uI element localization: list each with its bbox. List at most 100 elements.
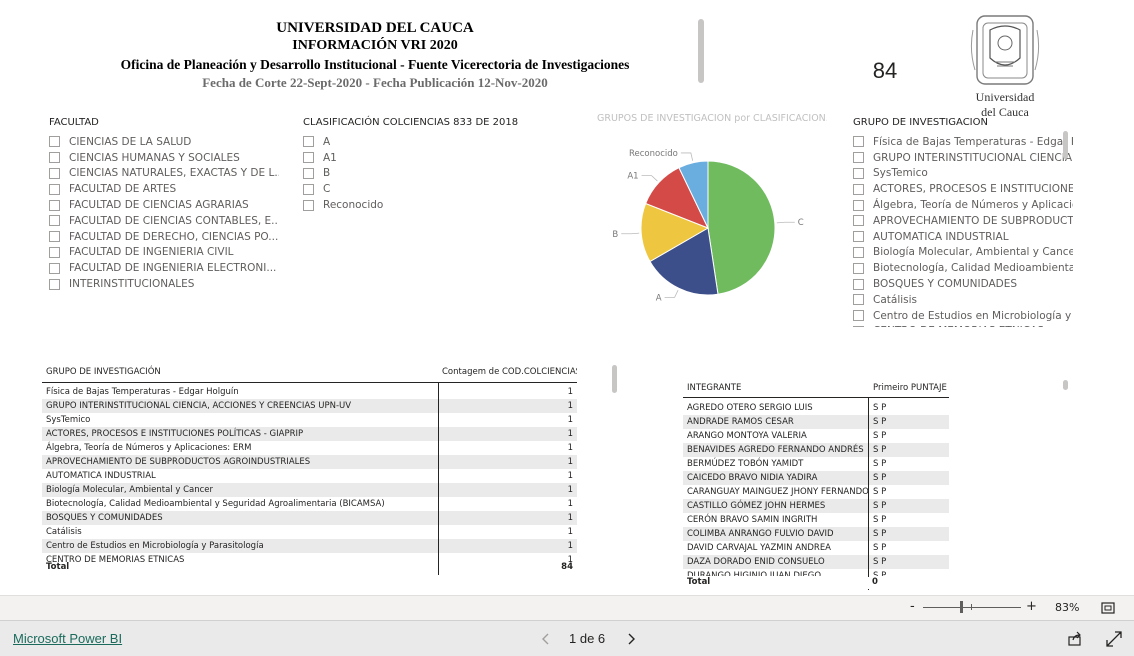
- checkbox-icon[interactable]: [853, 310, 864, 322]
- grupos-table-row[interactable]: ACTORES, PROCESOS E INSTITUCIONES POLÍTI…: [42, 427, 577, 441]
- grupos-table-row[interactable]: Catálisis 1: [42, 525, 577, 539]
- grupo-slicer-item[interactable]: GRUPO INTERINSTITUCIONAL CIENCIA...: [853, 150, 1073, 166]
- header-scrollbar[interactable]: [698, 19, 704, 83]
- integrantes-table-scrollbar[interactable]: [1063, 380, 1068, 390]
- clasificacion-slicer-item[interactable]: A: [303, 134, 523, 150]
- clasificacion-slicer-item[interactable]: C: [303, 181, 523, 197]
- checkbox-icon[interactable]: [853, 167, 864, 179]
- next-page-icon[interactable]: [626, 633, 636, 645]
- share-icon[interactable]: [1067, 631, 1083, 647]
- integrantes-table-row[interactable]: AGREDO OTERO SERGIO LUIS S P: [683, 401, 949, 415]
- integrantes-col-header-integrante[interactable]: INTEGRANTE: [683, 378, 869, 398]
- clasificacion-slicer-item[interactable]: B: [303, 166, 523, 182]
- grupos-table-row[interactable]: GRUPO INTERINSTITUCIONAL CIENCIA, ACCION…: [42, 399, 577, 413]
- facultad-slicer-item[interactable]: FACULTAD DE ARTES: [49, 181, 279, 197]
- checkbox-icon[interactable]: [49, 199, 60, 211]
- checkbox-icon[interactable]: [49, 152, 60, 164]
- integrantes-table-row[interactable]: DAVID CARVAJAL YAZMIN ANDREA S P: [683, 541, 949, 555]
- grupos-table-row[interactable]: SysTemico 1: [42, 413, 577, 427]
- checkbox-icon[interactable]: [853, 278, 864, 290]
- integrantes-table-row[interactable]: BENAVIDES AGREDO FERNANDO ANDRÉS S P: [683, 443, 949, 457]
- facultad-slicer-item[interactable]: FACULTAD DE DERECHO, CIENCIAS PO...: [49, 229, 279, 245]
- facultad-slicer-item[interactable]: FACULTAD DE CIENCIAS CONTABLES, E...: [49, 213, 279, 229]
- checkbox-icon[interactable]: [853, 152, 864, 164]
- integrantes-table-row[interactable]: CASTILLO GÓMEZ JOHN HERMES S P: [683, 499, 949, 513]
- grupos-table-row[interactable]: Centro de Estudios en Microbiología y Pa…: [42, 539, 577, 553]
- fit-to-page-icon[interactable]: [1101, 602, 1115, 614]
- integrantes-table-row[interactable]: CERÓN BRAVO SAMIN INGRITH S P: [683, 513, 949, 527]
- facultad-slicer-item[interactable]: CIENCIAS NATURALES, EXACTAS Y DE L...: [49, 166, 279, 182]
- checkbox-icon[interactable]: [303, 152, 314, 164]
- checkbox-icon[interactable]: [853, 183, 864, 195]
- checkbox-icon[interactable]: [49, 231, 60, 243]
- checkbox-icon[interactable]: [303, 199, 314, 211]
- checkbox-icon[interactable]: [49, 167, 60, 179]
- grupo-slicer-item[interactable]: Álgebra, Teoría de Números y Aplicacio..…: [853, 197, 1073, 213]
- grupos-table-scrollbar[interactable]: [612, 365, 617, 393]
- checkbox-icon[interactable]: [853, 294, 864, 306]
- grupos-table-row[interactable]: AUTOMATICA INDUSTRIAL 1: [42, 469, 577, 483]
- integrantes-table-row[interactable]: DAZA DORADO ENID CONSUELO S P: [683, 555, 949, 569]
- grupo-slicer-scrollbar[interactable]: [1063, 131, 1068, 159]
- grupo-slicer-item[interactable]: Centro de Estudios en Microbiología y ..…: [853, 308, 1073, 324]
- checkbox-icon[interactable]: [303, 136, 314, 148]
- checkbox-icon[interactable]: [49, 278, 60, 290]
- clasificacion-slicer-item[interactable]: Reconocido: [303, 197, 523, 213]
- grupo-slicer-item[interactable]: AUTOMATICA INDUSTRIAL: [853, 229, 1073, 245]
- integrantes-table-row[interactable]: CAICEDO BRAVO NIDIA YADIRA S P: [683, 471, 949, 485]
- zoom-slider-track[interactable]: [923, 607, 1021, 608]
- zoom-slider-handle[interactable]: [960, 601, 963, 613]
- grupo-slicer-item[interactable]: ACTORES, PROCESOS E INSTITUCIONE...: [853, 181, 1073, 197]
- integrantes-table-row[interactable]: BERMÚDEZ TOBÓN YAMIDT S P: [683, 457, 949, 471]
- integrantes-table-row[interactable]: COLIMBA ANRANGO FULVIO DAVID S P: [683, 527, 949, 541]
- grupos-table-row[interactable]: Álgebra, Teoría de Números y Aplicacione…: [42, 441, 577, 455]
- checkbox-icon[interactable]: [853, 136, 864, 148]
- checkbox-icon[interactable]: [49, 136, 60, 148]
- fullscreen-icon[interactable]: [1106, 631, 1122, 647]
- checkbox-icon[interactable]: [853, 215, 864, 227]
- facultad-slicer-item[interactable]: FACULTAD DE CIENCIAS AGRARIAS: [49, 197, 279, 213]
- clasificacion-slicer-item[interactable]: A1: [303, 150, 523, 166]
- facultad-slicer-item[interactable]: FACULTAD DE INGENIERIA ELECTRONI...: [49, 260, 279, 276]
- checkbox-icon[interactable]: [853, 246, 864, 258]
- integrantes-table-row[interactable]: ANDRADE RAMOS CESAR S P: [683, 415, 949, 429]
- integrantes-table-row[interactable]: ARANGO MONTOYA VALERIA S P: [683, 429, 949, 443]
- integrantes-col-header-puntaje[interactable]: Primeiro PUNTAJE: [869, 378, 949, 398]
- checkbox-icon[interactable]: [303, 183, 314, 195]
- grupo-slicer-item[interactable]: BOSQUES Y COMUNIDADES: [853, 276, 1073, 292]
- grupos-table-row[interactable]: Biología Molecular, Ambiental y Cancer 1: [42, 483, 577, 497]
- grupos-col-header-contagem[interactable]: Contagem de COD.COLCIENCIAS: [438, 362, 577, 383]
- checkbox-icon[interactable]: [853, 199, 864, 211]
- integrantes-table-row[interactable]: CARANGUAY MAINGUEZ JHONY FERNANDO S P: [683, 485, 949, 499]
- facultad-slicer-item[interactable]: FACULTAD DE INGENIERIA CIVIL: [49, 245, 279, 261]
- checkbox-icon[interactable]: [303, 167, 314, 179]
- grupos-table-row[interactable]: BOSQUES Y COMUNIDADES 1: [42, 511, 577, 525]
- integrantes-table-row[interactable]: DURANGO HIGINIO JUAN DIEGO S P: [683, 569, 949, 576]
- zoom-in-button[interactable]: +: [1026, 599, 1037, 614]
- grupos-table-row[interactable]: APROVECHAMIENTO DE SUBPRODUCTOS AGROINDU…: [42, 455, 577, 469]
- grupos-table-row[interactable]: Física de Bajas Temperaturas - Edgar Hol…: [42, 385, 577, 399]
- previous-page-icon[interactable]: [541, 633, 551, 645]
- zoom-out-button[interactable]: -: [910, 599, 915, 614]
- checkbox-icon[interactable]: [853, 231, 864, 243]
- power-bi-brand-link[interactable]: Microsoft Power BI: [13, 631, 122, 646]
- checkbox-icon[interactable]: [49, 262, 60, 274]
- grupos-table-row[interactable]: Biotecnología, Calidad Medioambiental y …: [42, 497, 577, 511]
- checkbox-icon[interactable]: [853, 325, 864, 327]
- grupo-slicer-item[interactable]: Biotecnología, Calidad Medioambiental...: [853, 260, 1073, 276]
- pie-slice-c[interactable]: [707, 160, 776, 295]
- grupo-slicer-item[interactable]: APROVECHAMIENTO DE SUBPRODUCT...: [853, 213, 1073, 229]
- checkbox-icon[interactable]: [49, 215, 60, 227]
- checkbox-icon[interactable]: [49, 246, 60, 258]
- facultad-slicer-item[interactable]: CIENCIAS HUMANAS Y SOCIALES: [49, 150, 279, 166]
- checkbox-icon[interactable]: [853, 262, 864, 274]
- grupo-slicer-item[interactable]: SysTemico: [853, 166, 1073, 182]
- grupo-slicer-item[interactable]: Física de Bajas Temperaturas - Edgar H..…: [853, 134, 1073, 150]
- facultad-slicer-item[interactable]: CIENCIAS DE LA SALUD: [49, 134, 279, 150]
- grupo-slicer-item[interactable]: Catálisis: [853, 292, 1073, 308]
- grupo-slicer-item[interactable]: CENTRO DE MEMORIAS ETNICAS: [853, 324, 1073, 327]
- checkbox-icon[interactable]: [49, 183, 60, 195]
- facultad-slicer-item[interactable]: INTERINSTITUCIONALES: [49, 276, 279, 292]
- grupo-slicer-item[interactable]: Biología Molecular, Ambiental y Cancer: [853, 245, 1073, 261]
- grupos-col-header-grupo[interactable]: GRUPO DE INVESTIGACIÓN: [42, 362, 438, 383]
